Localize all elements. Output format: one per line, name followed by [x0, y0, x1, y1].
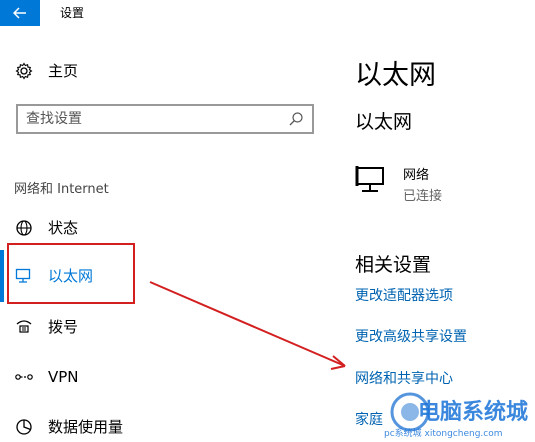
watermark-url: pc系统城 xitongcheng.com	[384, 429, 503, 439]
watermark-text: 电脑系统城	[418, 400, 529, 425]
annotation-arrow	[149, 281, 346, 370]
watermark-logo: 电脑系统城 pc系统城 xitongcheng.com	[378, 392, 535, 442]
